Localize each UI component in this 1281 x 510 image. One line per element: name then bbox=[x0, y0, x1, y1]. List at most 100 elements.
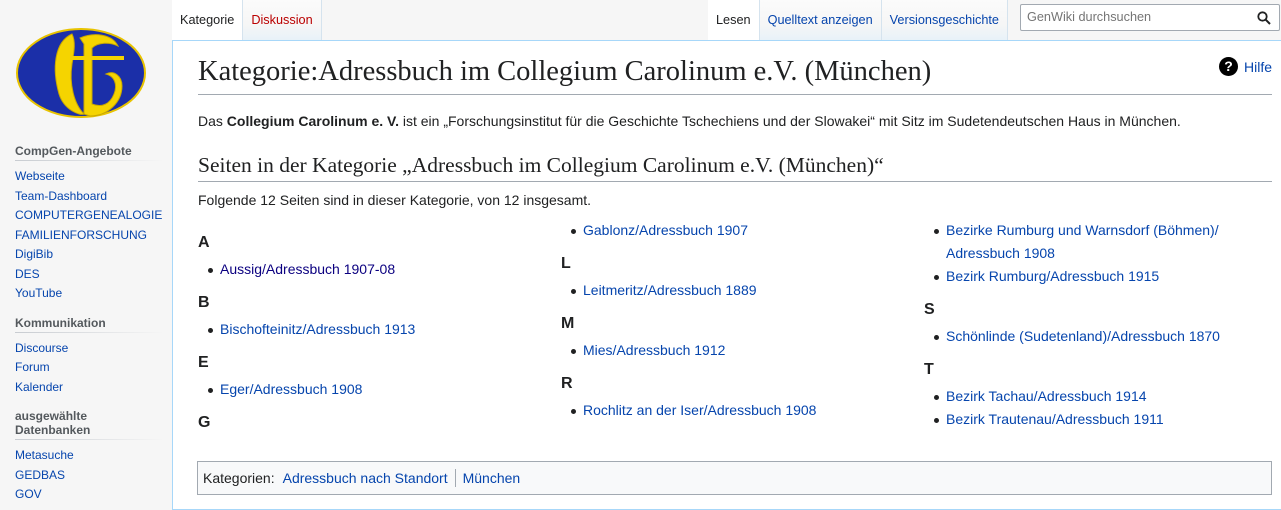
tab[interactable]: Kategorie bbox=[172, 0, 244, 40]
category-page-link[interactable]: Schönlinde (Sudetenland)/Adressbuch 1870 bbox=[946, 328, 1220, 344]
sidebar-item: Team-Dashboard bbox=[15, 187, 164, 207]
category-item: Bischofteinitz/Adressbuch 1913 bbox=[198, 318, 558, 341]
sidebar-item: Discourse bbox=[15, 339, 164, 359]
category-column-2: Gablonz/Adressbuch 1907 L Leitmeritz/Adres… bbox=[561, 219, 921, 422]
sidebar-link[interactable]: Discourse bbox=[15, 341, 68, 355]
tab[interactable]: Versionsgeschichte bbox=[881, 0, 1008, 40]
section-heading: Seiten in der Kategorie „Adressbuch im C… bbox=[198, 153, 1272, 182]
category-page-link[interactable]: Eger/Adressbuch 1908 bbox=[220, 381, 362, 397]
category-item: Rochlitz an der Iser/Adressbuch 1908 bbox=[561, 399, 921, 422]
category-item: Bezirk Trautenau/Adressbuch 1911 bbox=[924, 408, 1281, 431]
sidebar-list: Discourse Forum Kalender bbox=[15, 339, 164, 398]
sidebar-list: Webseite Team-Dashboard COMPUTERGENEALOGIE… bbox=[15, 167, 164, 304]
intro-suffix: ist ein „Forschungsinstitut für die Gesc… bbox=[398, 113, 1181, 129]
category-page-link[interactable]: Bischofteinitz/Adressbuch 1913 bbox=[220, 321, 415, 337]
category-item: Schönlinde (Sudetenland)/Adressbuch 1870 bbox=[924, 325, 1281, 348]
category-page-link[interactable]: Bezirk Rumburg/Adressbuch 1915 bbox=[946, 268, 1159, 284]
sidebar-link[interactable]: DES bbox=[15, 267, 40, 281]
sidebar-link[interactable]: YouTube bbox=[15, 286, 62, 300]
category-page-link[interactable]: Leitmeritz/Adressbuch 1889 bbox=[583, 282, 757, 298]
tab-label[interactable]: Versionsgeschichte bbox=[890, 13, 999, 27]
category-page-link[interactable]: Aussig/Adressbuch 1907-08 bbox=[220, 261, 395, 277]
sidebar-item: YouTube bbox=[15, 284, 164, 304]
tab-label[interactable]: Kategorie bbox=[180, 13, 234, 27]
category-page-link[interactable]: Gablonz/Adressbuch 1907 bbox=[583, 222, 748, 238]
sidebar-link[interactable]: GEDBAS bbox=[15, 468, 65, 482]
genwiki-logo[interactable] bbox=[14, 24, 148, 122]
sidebar-section-title: ausgewählte Datenbanken bbox=[15, 409, 164, 440]
category-item: Bezirk Rumburg/Adressbuch 1915 bbox=[924, 265, 1281, 288]
search-input[interactable] bbox=[1027, 10, 1247, 24]
category-letter: S bbox=[924, 301, 935, 318]
category-column-3: Bezirke Rumburg und Warnsdorf (Böhmen)/ … bbox=[924, 219, 1281, 431]
sidebar-item: FAMILIENFORSCHUNG bbox=[15, 226, 164, 246]
category-page-link[interactable]: Rochlitz an der Iser/Adressbuch 1908 bbox=[583, 402, 816, 418]
category-list: Leitmeritz/Adressbuch 1889 bbox=[561, 279, 921, 302]
tab[interactable]: Lesen bbox=[708, 0, 760, 40]
sidebar-link[interactable]: Metasuche bbox=[15, 448, 74, 462]
sidebar-section: Kommunikation Discourse Forum Kalender bbox=[15, 315, 164, 398]
sidebar-link[interactable]: Kalender bbox=[15, 380, 63, 394]
category-list: Schönlinde (Sudetenland)/Adressbuch 1870 bbox=[924, 325, 1281, 348]
sidebar-link[interactable]: DigiBib bbox=[15, 247, 53, 261]
sidebar-item: Forum bbox=[15, 358, 164, 378]
intro-text: Das Collegium Carolinum e. V. ist ein „F… bbox=[198, 113, 1181, 129]
sidebar-list: Metasuche GEDBAS GOV bbox=[15, 446, 164, 505]
category-page-link[interactable]: Bezirk Trautenau/Adressbuch 1911 bbox=[946, 411, 1164, 427]
sidebar-item: DigiBib bbox=[15, 245, 164, 265]
category-letter: G bbox=[198, 414, 211, 431]
category-list: Bezirke Rumburg und Warnsdorf (Böhmen)/ … bbox=[924, 219, 1281, 288]
category-page-link[interactable]: Bezirke Rumburg und Warnsdorf (Böhmen)/ … bbox=[946, 222, 1219, 261]
category-item: Gablonz/Adressbuch 1907 bbox=[561, 219, 921, 242]
sidebar-section-title: Kommunikation bbox=[15, 315, 164, 333]
sidebar-link[interactable]: COMPUTERGENEALOGIE bbox=[15, 208, 162, 222]
sidebar-item: DES bbox=[15, 265, 164, 285]
category-links: Kategorien: Adressbuch nach Standort Münch… bbox=[197, 461, 1272, 495]
tab-label[interactable]: Lesen bbox=[716, 13, 751, 27]
sidebar-link[interactable]: GOV bbox=[15, 487, 42, 501]
category-item: Aussig/Adressbuch 1907-08 bbox=[198, 258, 558, 281]
sidebar-link[interactable]: Team-Dashboard bbox=[15, 189, 107, 203]
category-list: Bischofteinitz/Adressbuch 1913 bbox=[198, 318, 558, 341]
catlink[interactable]: Adressbuch nach Standort bbox=[283, 470, 448, 486]
category-list: Mies/Adressbuch 1912 bbox=[561, 339, 921, 362]
search-box bbox=[1020, 4, 1280, 31]
catlinks-colon: : bbox=[270, 470, 275, 486]
category-page-link[interactable]: Mies/Adressbuch 1912 bbox=[583, 342, 725, 358]
tab[interactable]: Quelltext anzeigen bbox=[759, 0, 882, 40]
search-icon[interactable] bbox=[1257, 11, 1271, 25]
view-tabs: Lesen Quelltext anzeigen Versionsgeschicht… bbox=[708, 0, 1008, 40]
category-letter: T bbox=[924, 361, 934, 378]
category-letter: B bbox=[198, 294, 210, 311]
tab-label[interactable]: Diskussion bbox=[251, 13, 312, 27]
category-list: Eger/Adressbuch 1908 bbox=[198, 378, 558, 401]
category-item: Mies/Adressbuch 1912 bbox=[561, 339, 921, 362]
sidebar-section: ausgewählte Datenbanken Metasuche GEDBAS GO… bbox=[15, 409, 164, 505]
sidebar-item: Webseite bbox=[15, 167, 164, 187]
catlink[interactable]: München bbox=[463, 470, 521, 486]
category-item: Bezirk Tachau/Adressbuch 1914 bbox=[924, 385, 1281, 408]
sidebar-item: Kalender bbox=[15, 378, 164, 398]
catlinks-label[interactable]: Kategorien bbox=[203, 470, 271, 486]
sidebar-link[interactable]: FAMILIENFORSCHUNG bbox=[15, 228, 147, 242]
category-list: Aussig/Adressbuch 1907-08 bbox=[198, 258, 558, 281]
category-list: Gablonz/Adressbuch 1907 bbox=[561, 219, 921, 242]
sidebar: CompGen-Angebote Webseite Team-Dashboard CO… bbox=[0, 138, 172, 505]
intro-bold: Collegium Carolinum e. V. bbox=[226, 113, 399, 129]
category-letter: A bbox=[198, 234, 210, 251]
category-item: Bezirke Rumburg und Warnsdorf (Böhmen)/ … bbox=[924, 219, 1281, 265]
tab[interactable]: Diskussion bbox=[243, 0, 322, 40]
sidebar-section: CompGen-Angebote Webseite Team-Dashboard CO… bbox=[15, 144, 164, 304]
category-column-1: A Aussig/Adressbuch 1907-08 B Bischofteinit… bbox=[198, 233, 558, 438]
category-letter: M bbox=[561, 315, 575, 332]
category-page-link[interactable]: Bezirk Tachau/Adressbuch 1914 bbox=[946, 388, 1147, 404]
namespace-tabs: Kategorie Diskussion bbox=[172, 0, 322, 40]
sidebar-item: GEDBAS bbox=[15, 466, 164, 486]
category-item: Eger/Adressbuch 1908 bbox=[198, 378, 558, 401]
tab-label[interactable]: Quelltext anzeigen bbox=[768, 13, 873, 27]
page-title: Kategorie:Adressbuch im Collegium Caroli… bbox=[198, 56, 1272, 95]
sidebar-link[interactable]: Forum bbox=[15, 360, 50, 374]
sidebar-link[interactable]: Webseite bbox=[15, 169, 65, 183]
sidebar-item: GOV bbox=[15, 485, 164, 505]
category-letter: L bbox=[561, 255, 571, 272]
